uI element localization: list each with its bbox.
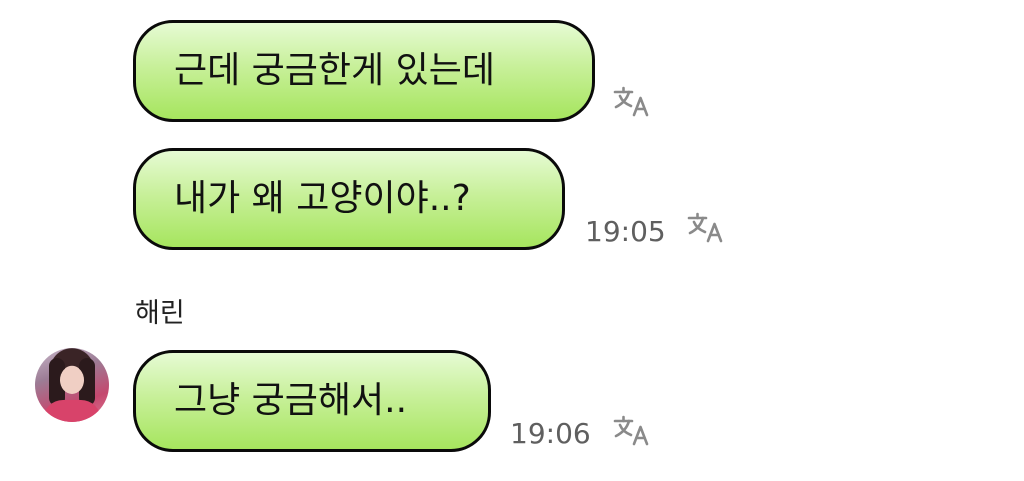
avatar[interactable] — [35, 348, 109, 422]
message-bubble-sent[interactable]: 내가 왜 고양이야..? — [133, 148, 565, 250]
translate-icon[interactable] — [612, 84, 652, 118]
message-text: 내가 왜 고양이야..? — [174, 178, 471, 219]
translate-icon[interactable] — [686, 210, 726, 244]
message-text: 그냥 궁금해서.. — [174, 380, 408, 421]
chat-conversation: 근데 궁금한게 있는데 내가 왜 고양이야..? 19:05 해린 그냥 궁금해… — [0, 0, 1024, 481]
avatar-face — [60, 366, 84, 394]
message-bubble-sent[interactable]: 근데 궁금한게 있는데 — [133, 20, 595, 122]
translate-icon[interactable] — [612, 413, 652, 447]
message-timestamp: 19:06 — [510, 417, 591, 450]
message-bubble-received[interactable]: 그냥 궁금해서.. — [133, 350, 491, 452]
avatar-shirt — [43, 400, 101, 422]
message-text: 근데 궁금한게 있는데 — [174, 50, 495, 91]
message-timestamp: 19:05 — [585, 215, 666, 248]
sender-name: 해린 — [135, 298, 185, 329]
